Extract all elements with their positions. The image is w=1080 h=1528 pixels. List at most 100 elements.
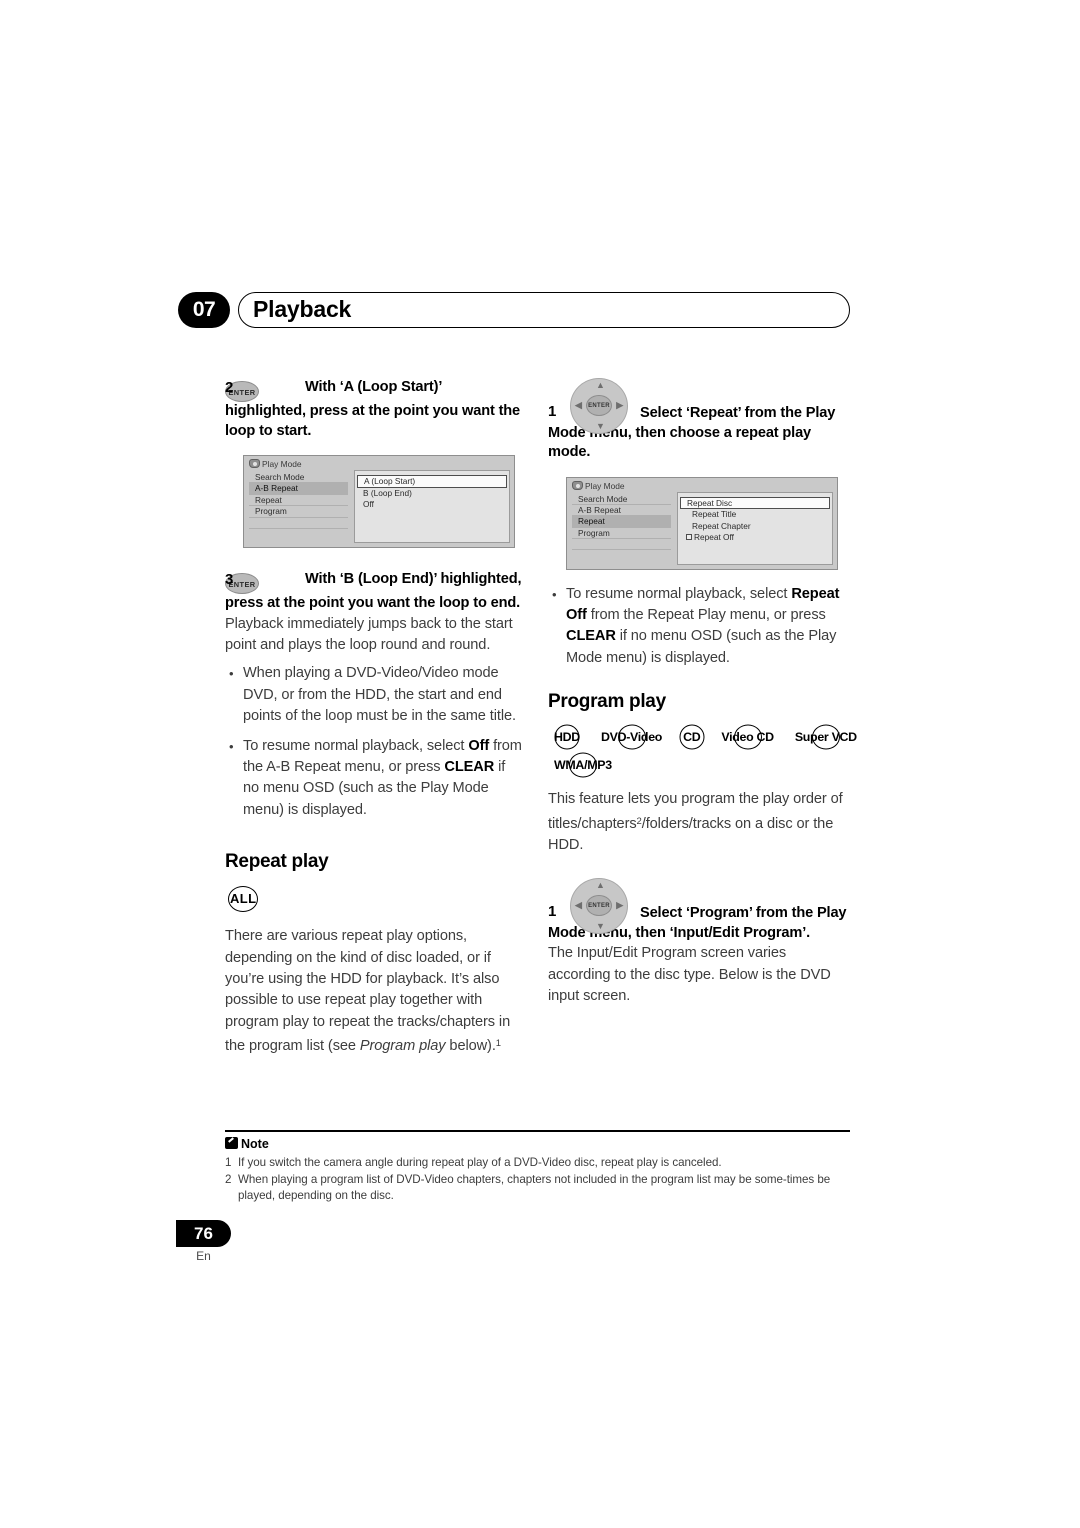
media-badge-video-cd-label: Video CD — [721, 730, 774, 745]
media-badge-row-1: HDD DVD-Video CD Video CD Super VCD — [548, 727, 857, 747]
repeat-play-crossref: Program play — [359, 1038, 446, 1055]
osd-menu-list: Search Mode A-B Repeat Repeat Program — [572, 494, 671, 551]
step-1-select-repeat: 1 ▲ ▼ ◀ ▶ ENTER Select ‘Repeat’ from the… — [548, 378, 848, 463]
arrow-right-icon: ▶ — [616, 400, 623, 410]
arrow-left-icon: ◀ — [575, 900, 582, 911]
note-heading-label: Note — [241, 1137, 269, 1151]
osd-menu-item-ab-repeat[interactable]: A-B Repeat — [249, 483, 348, 495]
osd-menu-item-repeat[interactable]: Repeat — [249, 495, 348, 507]
osd-menu-list: Search Mode A-B Repeat Repeat Program — [249, 472, 348, 529]
list-item: To resume normal playback, select Repeat… — [548, 584, 848, 670]
note-footnote-1: 1 If you switch the camera angle during r… — [225, 1155, 850, 1172]
osd-option-repeat-off-label: Repeat Off — [694, 532, 734, 542]
bullet-text-b: from the Repeat Play menu, or press — [586, 606, 826, 623]
jog-dial-enter-icon[interactable]: ▲ ▼ ◀ ▶ ENTER — [570, 378, 628, 434]
list-item: To resume normal playback, select Off fr… — [225, 736, 525, 822]
page-header: 07 Playback — [178, 292, 850, 330]
osd-menu-item-ab-repeat[interactable]: A-B Repeat — [572, 505, 671, 517]
osd-menu-item-program[interactable]: Program — [249, 506, 348, 518]
bullet-1-text: When playing a DVD-Video/Video mode DVD,… — [243, 665, 516, 725]
osd-option-repeat-chapter[interactable]: Repeat Chapter — [678, 521, 832, 533]
note-heading: Note — [225, 1137, 850, 1151]
step-3-loop-end: 3 ENTER With ‘B (Loop End)’ highlighted, … — [225, 570, 525, 614]
bullet-2-clear-keyword: CLEAR — [444, 758, 495, 775]
media-badge-hdd-label: HDD — [554, 730, 580, 745]
footnote-marker-1: 1 — [495, 1038, 501, 1050]
bullet-2-off-keyword: Off — [468, 737, 490, 754]
program-play-paragraph: This feature lets you program the play o… — [548, 789, 848, 856]
media-badge-video-cd: Video CD — [715, 727, 779, 747]
page-number-badge: 76 — [176, 1220, 231, 1247]
osd-play-mode-ab-repeat: Play Mode Search Mode A-B Repeat Repeat … — [243, 455, 515, 548]
checkbox-icon[interactable] — [686, 534, 692, 540]
media-badge-all: ALL — [225, 887, 261, 910]
note-pencil-icon — [225, 1137, 238, 1149]
note-footnote-2: 2 When playing a program list of DVD-Vide… — [225, 1172, 850, 1205]
repeat-play-text-a: There are various repeat play options, d… — [225, 928, 511, 1055]
page-title: Playback — [253, 296, 352, 322]
arrow-down-icon: ▼ — [596, 421, 605, 431]
osd-option-repeat-disc[interactable]: Repeat Disc — [680, 496, 830, 509]
arrow-up-icon: ▲ — [596, 880, 605, 891]
repeat-play-heading: Repeat play — [225, 851, 329, 873]
step-1-program-number: 1 — [548, 903, 557, 921]
arrow-down-icon: ▼ — [596, 921, 605, 932]
osd-menu-item-program[interactable]: Program — [572, 528, 671, 540]
step-1-program-description: The Input/Edit Program screen varies acc… — [548, 945, 831, 1005]
jog-dial-enter-icon[interactable]: ▲ ▼ ◀ ▶ ENTER — [570, 878, 628, 935]
osd-options-pane: Repeat Disc Repeat Title Repeat Chapter … — [677, 491, 833, 565]
osd-title-text: Play Mode — [262, 459, 302, 469]
arrow-left-icon: ◀ — [575, 400, 582, 410]
media-badge-dvd-video-label: DVD-Video — [600, 730, 663, 745]
arrow-up-icon: ▲ — [596, 380, 605, 390]
step-2-loop-start: 2 ENTER With ‘A (Loop Start)’ highlighted… — [225, 378, 525, 441]
osd-title-text: Play Mode — [585, 480, 625, 491]
note-footnote-1-number: 1 — [225, 1156, 232, 1169]
repeat-bullet-list: To resume normal playback, select Repeat… — [548, 584, 848, 670]
media-badge-hdd: HDD — [548, 727, 586, 747]
manual-page: 07 Playback 2 ENTER With ‘A (Loop Start)’… — [0, 0, 1080, 1528]
osd-option-a-loop-start[interactable]: A (Loop Start) — [357, 475, 507, 488]
osd-option-b-loop-end[interactable]: B (Loop End) — [355, 488, 509, 500]
osd-menu-item-search-mode[interactable]: Search Mode — [572, 494, 671, 505]
osd-options-pane: A (Loop Start) B (Loop End) Off — [354, 470, 510, 543]
program-play-heading: Program play — [548, 691, 666, 713]
repeat-play-text-b: below). — [445, 1038, 496, 1055]
step-1-select-program: 1 ▲ ▼ ◀ ▶ ENTER Select ‘Program’ from th… — [548, 878, 848, 943]
media-badge-wma-mp3-label: WMA/MP3 — [554, 758, 612, 773]
bullet-text-a: To resume normal playback, select — [566, 585, 792, 602]
osd-play-mode-repeat: Play Mode Search Mode A-B Repeat Repeat … — [566, 476, 838, 570]
arrow-right-icon: ▶ — [616, 900, 623, 911]
osd-menu-item-search-mode[interactable]: Search Mode — [249, 472, 348, 484]
disc-icon — [249, 459, 260, 468]
osd-title-row: Play Mode — [249, 459, 302, 469]
repeat-play-paragraph: There are various repeat play options, d… — [225, 926, 525, 1057]
media-badge-all-label: ALL — [230, 891, 257, 907]
page-language-label: En — [196, 1249, 211, 1263]
note-footnote-2-number: 2 — [225, 1172, 232, 1186]
step-2-number: 2 — [225, 379, 234, 396]
list-item: When playing a DVD-Video/Video mode DVD,… — [225, 663, 525, 727]
media-badge-super-vcd: Super VCD — [789, 727, 863, 747]
enter-button-icon[interactable]: ENTER — [586, 395, 612, 416]
osd-option-repeat-title[interactable]: Repeat Title — [678, 509, 832, 521]
media-badge-row-2: WMA/MP3 — [548, 755, 848, 775]
disc-icon — [572, 480, 583, 490]
note-footnote-2-text: When playing a program list of DVD-Video… — [238, 1172, 831, 1203]
bullet-clear-keyword: CLEAR — [566, 628, 616, 645]
media-badge-wma-mp3: WMA/MP3 — [548, 755, 618, 775]
bullet-2-text-a: To resume normal playback, select — [243, 737, 469, 754]
step-3-number: 3 — [225, 571, 234, 588]
osd-title-row: Play Mode — [572, 480, 625, 491]
left-column: 2 ENTER With ‘A (Loop Start)’ highlighted… — [225, 378, 525, 1058]
osd-menu-item-blank — [249, 518, 348, 529]
step-1-repeat-number: 1 — [548, 403, 557, 420]
ab-repeat-bullet-list: When playing a DVD-Video/Video mode DVD,… — [225, 663, 525, 821]
media-badge-cd: CD — [677, 727, 706, 747]
step-3-description: Playback immediately jumps back to the s… — [225, 615, 513, 653]
osd-menu-item-repeat[interactable]: Repeat — [572, 516, 671, 528]
note-footnote-1-text: If you switch the camera angle during re… — [238, 1156, 722, 1169]
chapter-number-badge: 07 — [178, 292, 230, 328]
osd-option-repeat-off[interactable]: Repeat Off — [678, 532, 832, 544]
osd-option-off[interactable]: Off — [355, 499, 509, 511]
